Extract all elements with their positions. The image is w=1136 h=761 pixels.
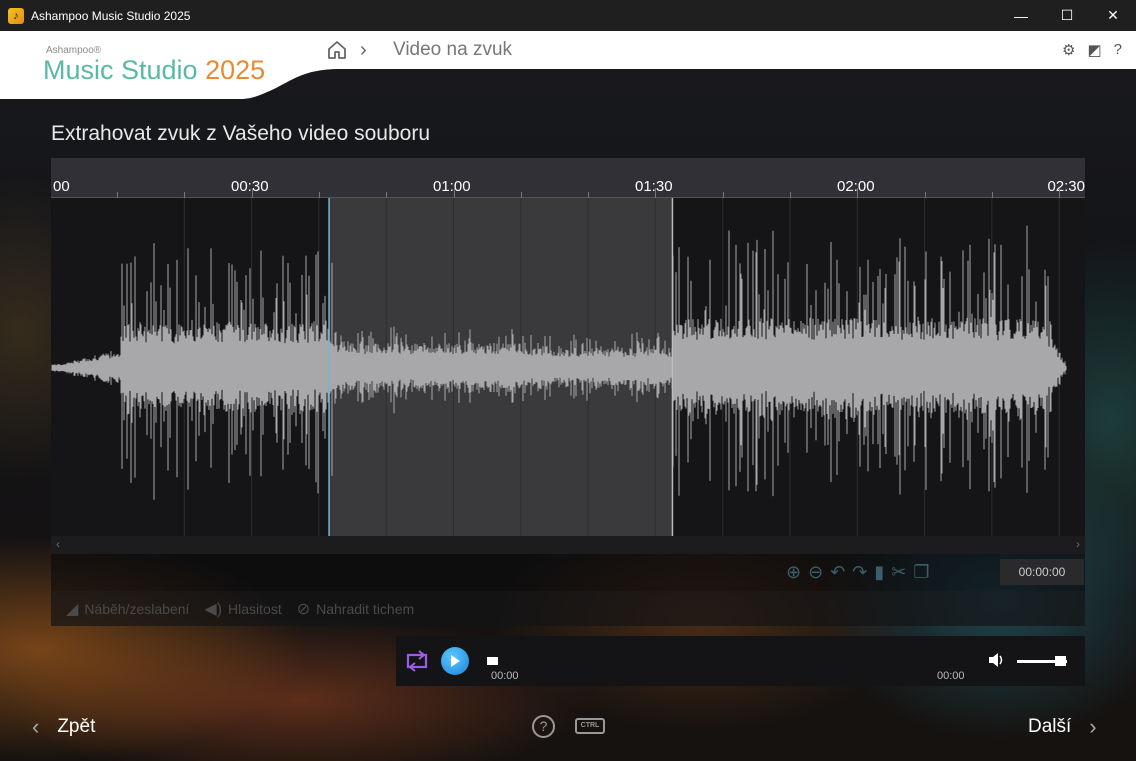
- back-button[interactable]: ‹ Zpět: [32, 714, 95, 740]
- paste-icon[interactable]: ▮: [874, 562, 884, 583]
- timeline-tick-label: 00:30: [231, 178, 269, 195]
- app-icon: ♪: [8, 7, 24, 24]
- play-icon: [451, 655, 460, 667]
- play-button[interactable]: [441, 647, 469, 675]
- breadcrumb-home[interactable]: [326, 39, 348, 61]
- help-icon[interactable]: ?: [1114, 41, 1122, 59]
- silence-button[interactable]: ⊘ Nahradit tichem: [297, 599, 414, 619]
- brand-year: 2025: [205, 55, 266, 85]
- fade-icon: ◢: [66, 600, 79, 618]
- media-player: 00:00 00:00: [396, 636, 1085, 686]
- cut-icon[interactable]: ✂: [891, 562, 906, 583]
- close-icon: ✕: [1107, 7, 1119, 23]
- window-title: Ashampoo Music Studio 2025: [31, 8, 191, 23]
- timeline-tick-mark: [453, 188, 455, 198]
- audio-editor: 00 00:30 01:00 01:30 02:00 02:30 ‹ › ⊕ ⊖ ↶ ↷ …: [51, 158, 1085, 626]
- scroll-right-icon[interactable]: ›: [1076, 537, 1080, 551]
- chevron-right-icon: ›: [1089, 714, 1097, 739]
- close-button[interactable]: ✕: [1090, 0, 1136, 31]
- volume-button[interactable]: ◀) Hlasitost: [204, 599, 281, 619]
- brand-name: Music Studio: [43, 55, 206, 85]
- waveform-canvas[interactable]: [51, 198, 1085, 536]
- progress-slider[interactable]: [487, 657, 498, 665]
- timeline-tick-mark: [1059, 188, 1061, 198]
- minimize-button[interactable]: —: [998, 0, 1044, 31]
- zoom-in-icon[interactable]: ⊕: [786, 562, 801, 583]
- page-title: Extrahovat zvuk z Vašeho video souboru: [51, 122, 430, 145]
- timeline-tick-label: 00: [53, 178, 70, 195]
- brand-logo: Music Studio 2025: [43, 55, 265, 86]
- settings-icon[interactable]: ⚙: [1062, 41, 1075, 59]
- loop-icon[interactable]: [405, 650, 429, 678]
- breadcrumb-current: Video na zvuk: [393, 39, 513, 60]
- total-time: 00:00: [937, 670, 965, 682]
- timeline-tick-label: 01:30: [635, 178, 673, 195]
- horizontal-scrollbar[interactable]: ‹ ›: [51, 536, 1085, 554]
- volume-small-icon: ◀): [204, 600, 223, 618]
- volume-slider[interactable]: [1055, 656, 1066, 666]
- help-button[interactable]: ?: [532, 715, 555, 738]
- next-button[interactable]: Další ›: [1028, 714, 1097, 740]
- home-icon: [328, 41, 346, 59]
- next-label: Další: [1028, 716, 1072, 737]
- breadcrumb-separator: ›: [360, 39, 367, 61]
- fade-label: Náběh/zeslabení: [84, 600, 190, 617]
- edit-toolbar: ⊕ ⊖ ↶ ↷ ▮ ✂ ❐ 00:00:00: [51, 554, 1085, 591]
- current-time: 00:00: [491, 670, 519, 682]
- maximize-button[interactable]: ☐: [1044, 0, 1090, 31]
- timeline-ruler[interactable]: 00 00:30 01:00 01:30 02:00 02:30: [51, 158, 1085, 198]
- timeline-tick-mark: [251, 188, 253, 198]
- redo-icon[interactable]: ↷: [852, 562, 867, 583]
- effects-bar: ◢ Náběh/zeslabení ◀) Hlasitost ⊘ Nahradi…: [51, 591, 1085, 626]
- silence-label: Nahradit tichem: [316, 600, 415, 617]
- timeline-tick-label: 02:30: [1047, 178, 1085, 195]
- timeline-tick-mark: [655, 188, 657, 198]
- app-header: Ashampoo® Music Studio 2025 › Video na z…: [0, 31, 1136, 99]
- volume-icon[interactable]: [988, 652, 1006, 672]
- ctrl-keyboard-icon[interactable]: CTRL: [575, 718, 605, 734]
- scroll-left-icon[interactable]: ‹: [56, 537, 60, 551]
- chevron-left-icon: ‹: [32, 714, 40, 739]
- zoom-out-icon[interactable]: ⊖: [808, 562, 823, 583]
- time-display: 00:00:00: [1000, 559, 1084, 585]
- copy-icon[interactable]: ❐: [913, 562, 929, 583]
- skin-icon[interactable]: ◩: [1087, 41, 1101, 59]
- timeline-tick-label: 01:00: [433, 178, 471, 195]
- volume-label: Hlasitost: [228, 600, 282, 617]
- undo-icon[interactable]: ↶: [830, 562, 845, 583]
- mute-icon: ⊘: [296, 600, 311, 618]
- timeline-tick-label: 02:00: [837, 178, 875, 195]
- timeline-tick-mark: [857, 188, 859, 198]
- maximize-icon: ☐: [1060, 7, 1074, 23]
- fade-button[interactable]: ◢ Náběh/zeslabení: [66, 599, 189, 619]
- back-label: Zpět: [57, 716, 96, 737]
- minimize-icon: —: [1014, 7, 1028, 24]
- title-bar: ♪ Ashampoo Music Studio 2025 — ☐ ✕: [0, 0, 1136, 31]
